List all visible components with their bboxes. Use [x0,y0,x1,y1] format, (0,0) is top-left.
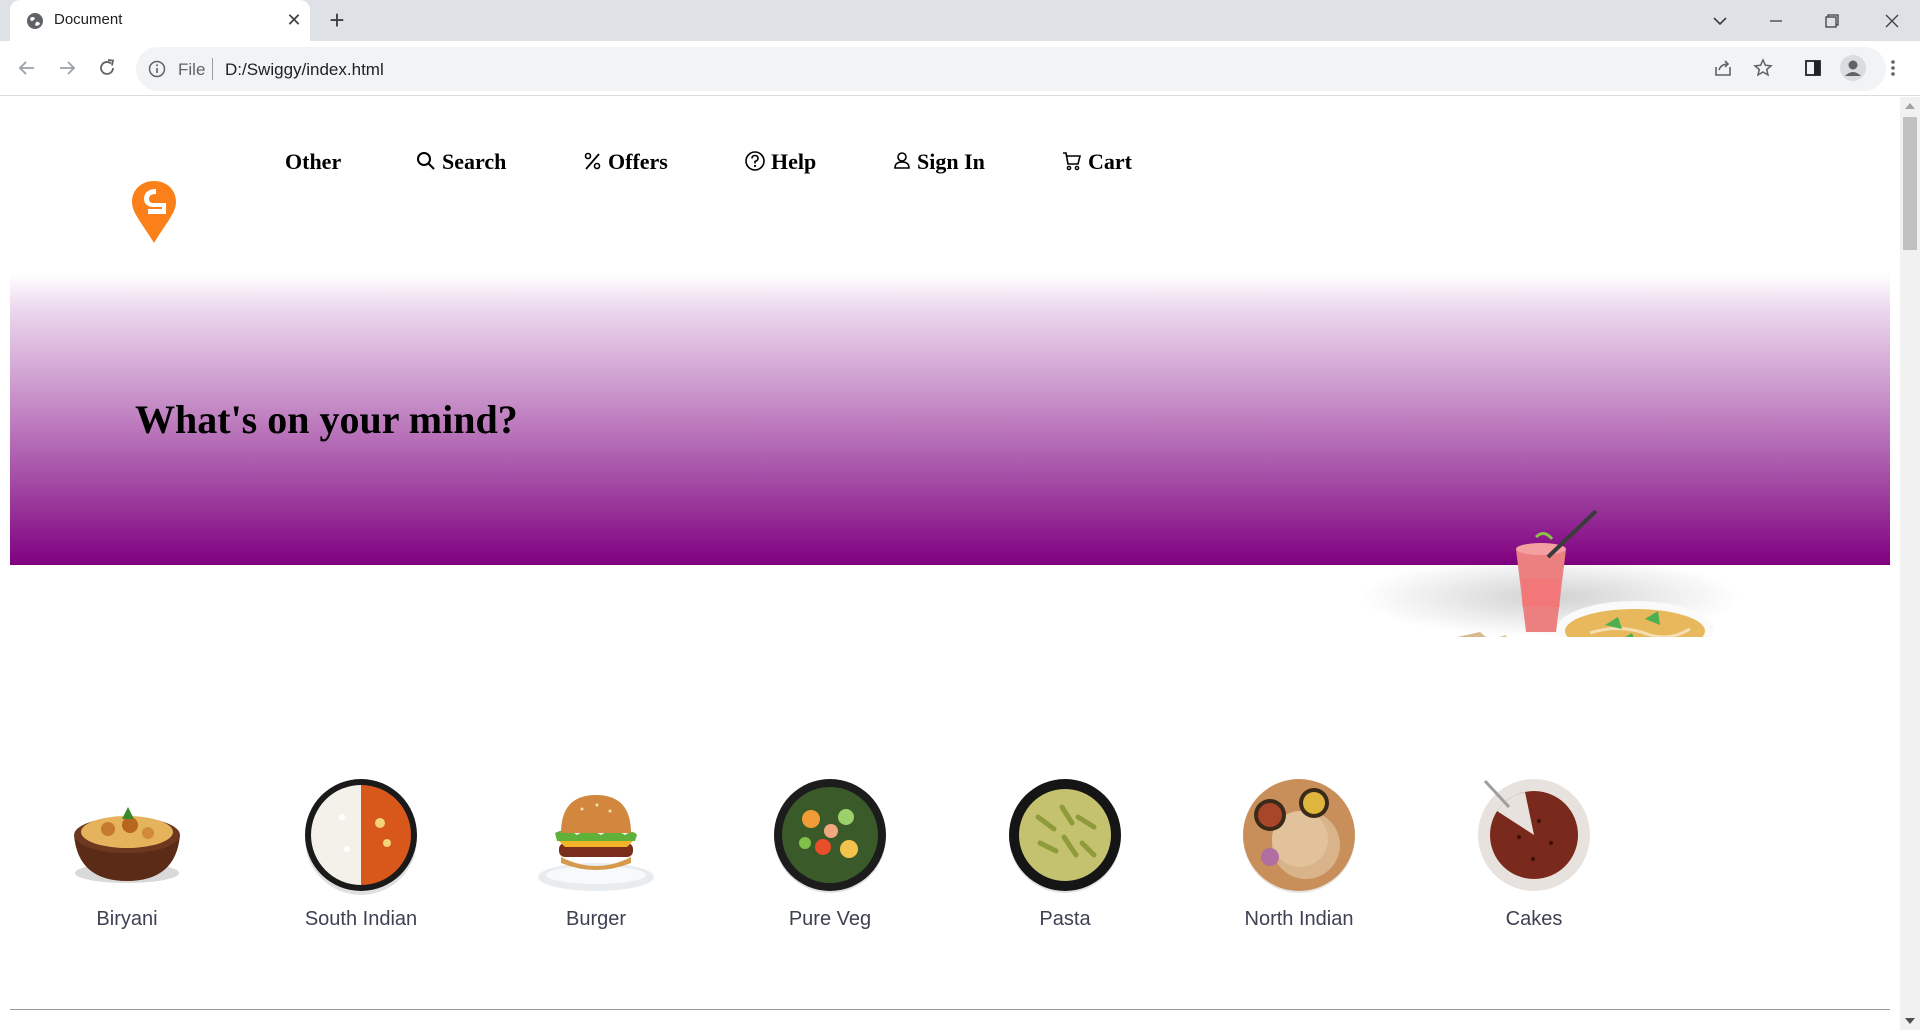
nav-search[interactable]: Search [416,149,506,175]
burger-image [538,795,654,891]
section-divider [10,1009,1890,1010]
north-indian-image [1243,779,1355,893]
category-north-indian[interactable]: North Indian [1196,777,1396,937]
scroll-up-arrow[interactable] [1905,103,1915,109]
category-pure-veg[interactable]: Pure Veg [727,777,927,937]
biryani-image [74,807,180,883]
browser-tab[interactable]: Document ✕ [10,0,310,41]
category-pasta[interactable]: Pasta [962,777,1162,937]
nav-help-label: Help [771,149,817,174]
side-panel-icon[interactable] [1800,55,1826,81]
new-tab-button[interactable]: + [324,7,350,34]
nav-sign-in-label: Sign In [917,149,985,174]
category-south-indian[interactable]: South Indian [258,777,458,937]
restore-button[interactable] [1804,0,1860,41]
category-burger-label: Burger [565,908,627,930]
address-bar[interactable]: File D:/Swiggy/index.html [136,47,1886,91]
nav-offers-label: Offers [608,149,668,174]
category-cakes[interactable]: Cakes [1431,777,1631,937]
category-pasta-label: Pasta [1039,908,1091,930]
nav-cart[interactable]: Cart [1062,149,1132,175]
browser-tabstrip: Document ✕ + [0,0,1920,41]
category-burger[interactable]: Burger [493,777,693,937]
profile-avatar-icon[interactable] [1840,55,1866,81]
nav-other-label: Other [285,149,342,174]
minimize-button[interactable] [1748,0,1804,41]
category-carousel: Biryani South Indian Burger Pure Veg Pas… [0,777,1900,937]
close-window-button[interactable] [1864,0,1920,41]
share-icon[interactable] [1710,55,1736,81]
nav-search-label: Search [442,149,507,174]
forward-button[interactable] [54,55,80,81]
menu-kebab-icon[interactable] [1880,55,1906,81]
nav-help[interactable]: Help [745,149,816,175]
pure-veg-image [774,779,886,893]
tab-search-icon[interactable] [1692,0,1748,41]
category-south-indian-label: South Indian [304,908,418,930]
bookmark-star-icon[interactable] [1750,55,1776,81]
pasta-image [1009,779,1121,893]
search-icon [417,152,435,170]
cart-icon [1063,152,1082,171]
nav-other[interactable]: Other [285,149,341,175]
scroll-down-arrow[interactable] [1905,1018,1915,1024]
back-button[interactable] [14,55,40,81]
url-text[interactable]: D:/Swiggy/index.html [225,60,384,80]
category-north-indian-label: North Indian [1244,908,1354,930]
globe-icon [27,13,43,29]
nav-sign-in[interactable]: Sign In [893,149,985,175]
info-icon[interactable] [148,60,166,78]
category-biryani-label: Biryani [96,908,158,930]
page-scrollbar[interactable] [1900,97,1920,1030]
page-viewport: Other Search Offers Help Sign In Cart Wh… [0,97,1900,1030]
close-tab-icon[interactable]: ✕ [284,10,304,30]
cakes-image [1478,779,1590,891]
browser-toolbar: File D:/Swiggy/index.html [0,41,1920,96]
food-illustration [1360,509,1740,637]
help-icon [745,151,765,171]
nav-offers[interactable]: Offers [584,149,668,175]
user-icon [894,152,910,169]
hero-title: What's on your mind? [135,397,518,442]
category-cakes-label: Cakes [1505,908,1563,930]
reload-button[interactable] [94,55,120,81]
url-separator [212,58,213,80]
south-indian-image [305,779,417,895]
scrollbar-thumb[interactable] [1903,117,1917,250]
swiggy-logo[interactable] [130,179,178,245]
url-scheme-label: File [178,60,206,79]
nav-cart-label: Cart [1088,149,1132,174]
category-biryani[interactable]: Biryani [24,777,224,937]
tab-title: Document [54,11,123,28]
percent-icon [584,152,601,170]
category-pure-veg-label: Pure Veg [788,908,872,930]
